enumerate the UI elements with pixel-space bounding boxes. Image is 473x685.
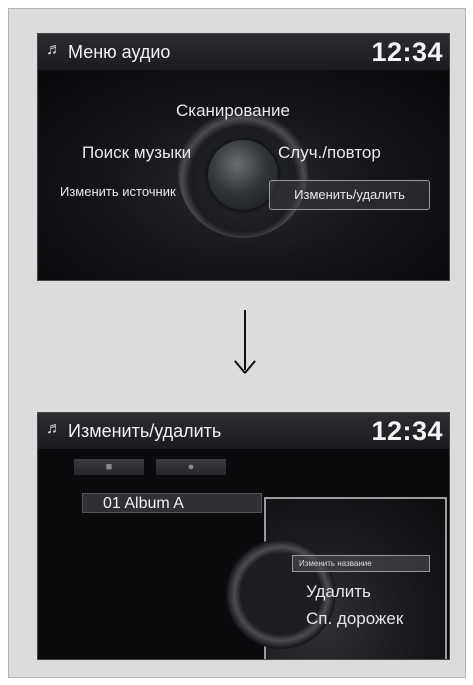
menu-item-edit-delete[interactable]: Изменить/удалить (269, 180, 430, 210)
clock: 12:34 (371, 416, 443, 446)
artist-tab[interactable]: ● (156, 459, 226, 475)
music-note-icon: ♬ (46, 420, 62, 437)
music-note-icon: ♬ (46, 41, 62, 58)
edit-delete-screen: ♬ Изменить/удалить 12:34 ■ ● 01 Album A … (37, 412, 450, 660)
screen-title: Изменить/удалить (68, 421, 222, 441)
down-arrow-icon (230, 310, 260, 374)
list-item-label: 01 Album A (103, 495, 184, 512)
title-bar: ♬ Меню аудио 12:34 (38, 34, 449, 70)
clock: 12:34 (371, 37, 443, 67)
list-item[interactable]: 01 Album A (82, 493, 262, 513)
artist-icon: ● (187, 461, 195, 473)
popup-item-delete[interactable]: Удалить (306, 582, 371, 602)
menu-item-scan[interactable]: Сканирование (176, 101, 290, 121)
folder-icon: ■ (105, 461, 113, 473)
track-list: ■ ● 01 Album A Изменить название Удалить… (38, 449, 449, 659)
menu-item-shuffle-repeat[interactable]: Случ./повтор (278, 143, 381, 163)
title-bar: ♬ Изменить/удалить 12:34 (38, 413, 449, 449)
folder-tab[interactable]: ■ (74, 459, 144, 475)
popup-item-rename[interactable]: Изменить название (292, 555, 430, 572)
screen-title: Меню аудио (68, 42, 171, 62)
menu-item-music-search[interactable]: Поиск музыки (82, 143, 191, 163)
audio-menu-screen: ♬ Меню аудио 12:34 Сканирование Поиск му… (37, 33, 450, 281)
edit-popup-menu: Изменить название Удалить Сп. дорожек (226, 497, 447, 659)
interface-dial-knob[interactable] (208, 140, 278, 210)
audio-menu: Сканирование Поиск музыки Случ./повтор И… (38, 70, 449, 280)
menu-item-change-source[interactable]: Изменить источник (60, 184, 176, 199)
popup-item-track-list[interactable]: Сп. дорожек (306, 609, 403, 629)
